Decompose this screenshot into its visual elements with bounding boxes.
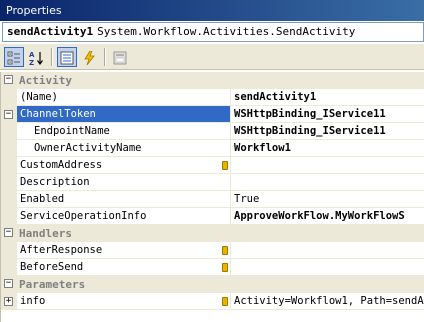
window-title-bar: Properties [0, 0, 424, 21]
object-name: sendActivity1 [7, 25, 94, 38]
category-activity[interactable]: − Activity [1, 72, 424, 89]
row-gutter [1, 89, 17, 106]
categorized-icon [7, 50, 21, 64]
property-value[interactable]: WSHttpBinding_IService11 [231, 123, 424, 140]
property-value[interactable]: sendActivity1 [231, 89, 424, 106]
events-button[interactable] [79, 47, 99, 67]
categorized-button[interactable] [4, 47, 24, 67]
property-row-description[interactable]: Description [1, 174, 424, 191]
row-gutter [1, 157, 17, 174]
property-row-custom-address[interactable]: CustomAddress [1, 157, 424, 174]
row-gutter [1, 191, 17, 208]
row-gutter [1, 174, 17, 191]
collapse-icon[interactable]: − [4, 75, 13, 84]
collapse-icon[interactable]: − [4, 228, 13, 237]
property-value[interactable]: ApproveWorkFlow.MyWorkFlowS [231, 208, 424, 225]
property-name[interactable]: info [17, 293, 231, 310]
property-name[interactable]: (Name) [17, 89, 231, 106]
property-name[interactable]: CustomAddress [17, 157, 231, 174]
alphabetical-sort-icon: A Z [28, 50, 44, 67]
properties-icon [60, 50, 74, 64]
category-label: Parameters [19, 278, 86, 291]
property-name[interactable]: ChannelToken [17, 106, 231, 123]
row-gutter: + [1, 293, 17, 310]
property-row-name[interactable]: (Name) sendActivity1 [1, 89, 424, 106]
property-pages-button[interactable] [110, 47, 130, 67]
object-type: System.Workflow.Activities.SendActivity [97, 25, 356, 38]
row-gutter [1, 140, 17, 157]
property-row-endpoint-name[interactable]: EndpointName WSHttpBinding_IService11 [1, 123, 424, 140]
bind-property-icon[interactable] [222, 246, 228, 255]
category-label: Handlers [19, 227, 72, 240]
property-row-info[interactable]: + info Activity=Workflow1, Path=sendAct [1, 293, 424, 310]
window-title: Properties [6, 4, 62, 17]
property-value[interactable] [231, 174, 424, 191]
collapse-icon[interactable]: − [4, 279, 13, 288]
property-row-before-send[interactable]: BeforeSend [1, 259, 424, 276]
properties-button[interactable] [57, 47, 77, 67]
property-name[interactable]: OwnerActivityName [17, 140, 231, 157]
object-selector[interactable]: sendActivity1 System.Workflow.Activities.… [2, 22, 424, 42]
property-name[interactable]: EndpointName [17, 123, 231, 140]
toolbar-separator [104, 48, 106, 66]
properties-toolbar: A Z [0, 44, 424, 70]
svg-text:Z: Z [29, 59, 34, 66]
property-row-service-operation-info[interactable]: ServiceOperationInfo ApproveWorkFlow.MyW… [1, 208, 424, 225]
bind-property-icon[interactable] [222, 263, 228, 272]
bind-property-icon[interactable] [222, 297, 228, 306]
property-value[interactable]: Workflow1 [231, 140, 424, 157]
property-row-channel-token[interactable]: − ChannelToken WSHttpBinding_IService11 [1, 106, 424, 123]
bind-property-icon[interactable] [222, 161, 228, 170]
property-row-after-response[interactable]: AfterResponse [1, 242, 424, 259]
property-value[interactable] [231, 242, 424, 259]
property-row-owner-activity-name[interactable]: OwnerActivityName Workflow1 [1, 140, 424, 157]
collapse-icon[interactable]: − [4, 110, 13, 119]
row-gutter [1, 259, 17, 276]
property-value[interactable] [231, 157, 424, 174]
property-name[interactable]: AfterResponse [17, 242, 231, 259]
row-gutter [1, 208, 17, 225]
row-gutter: − [1, 106, 17, 123]
svg-text:A: A [29, 51, 35, 59]
property-name[interactable]: Description [17, 174, 231, 191]
property-value[interactable] [231, 259, 424, 276]
property-name[interactable]: ServiceOperationInfo [17, 208, 231, 225]
property-value[interactable]: Activity=Workflow1, Path=sendAct [231, 293, 424, 310]
property-value[interactable]: WSHttpBinding_IService11 [231, 106, 424, 123]
property-name[interactable]: Enabled [17, 191, 231, 208]
property-name[interactable]: BeforeSend [17, 259, 231, 276]
category-label: Activity [19, 74, 72, 87]
property-pages-icon [113, 50, 127, 64]
row-gutter [1, 123, 17, 140]
row-gutter [1, 242, 17, 259]
property-value[interactable]: True [231, 191, 424, 208]
category-handlers[interactable]: − Handlers [1, 225, 424, 242]
toolbar-separator [51, 48, 53, 66]
expand-icon[interactable]: + [4, 297, 13, 306]
category-parameters[interactable]: − Parameters [1, 276, 424, 293]
alphabetical-button[interactable]: A Z [26, 47, 46, 67]
property-grid: − Activity (Name) sendActivity1 − Channe… [0, 72, 424, 322]
property-row-enabled[interactable]: Enabled True [1, 191, 424, 208]
lightning-icon [82, 50, 96, 65]
